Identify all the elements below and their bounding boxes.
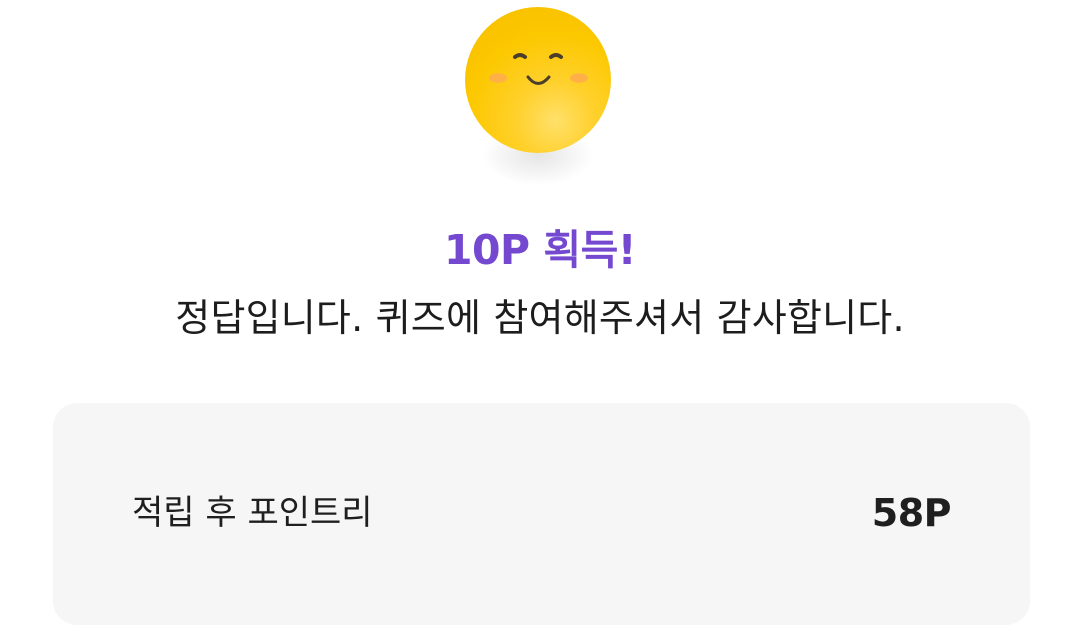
smiling-face-icon — [465, 7, 611, 153]
emoji-area — [465, 7, 611, 185]
points-card: 적립 후 포인트리 58P — [53, 403, 1030, 625]
reward-message: 정답입니다. 퀴즈에 참여해주셔서 감사합니다. — [175, 296, 905, 340]
points-label: 적립 후 포인트리 — [132, 493, 373, 533]
points-value: 58P — [871, 491, 952, 535]
reward-title: 10P 획득! — [443, 226, 637, 274]
